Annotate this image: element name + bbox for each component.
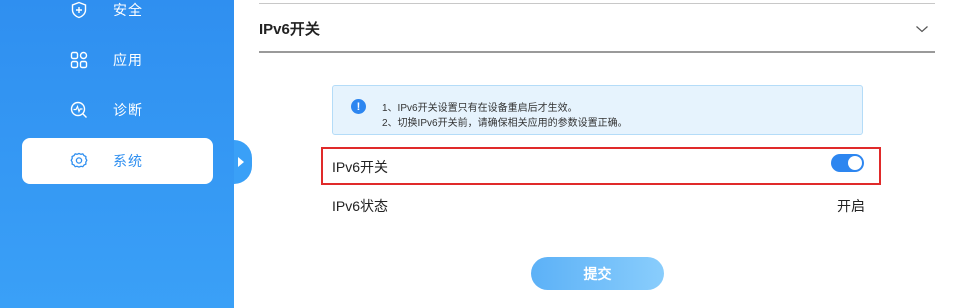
notice-line: 1、IPv6开关设置只有在设备重启后才生效。	[382, 103, 578, 114]
ipv6-status-value: 开启	[837, 198, 865, 214]
section-divider	[259, 51, 935, 53]
active-item-pointer	[234, 140, 252, 184]
gear-icon	[69, 151, 89, 171]
ipv6-status-label: IPv6状态	[332, 198, 389, 214]
sidebar: 安全 应用 诊断 系统	[0, 0, 234, 308]
ipv6-switch-row-highlight	[321, 147, 881, 185]
diagnose-icon	[69, 100, 89, 120]
section-title: IPv6开关	[259, 21, 320, 38]
ipv6-switch-label: IPv6开关	[332, 159, 389, 175]
sidebar-item-security[interactable]: 安全	[22, 0, 213, 33]
notice-box: ! 1、IPv6开关设置只有在设备重启后才生效。 2、切换IPv6开关前，请确保…	[332, 85, 863, 135]
ipv6-switch-toggle[interactable]	[831, 154, 864, 172]
apps-grid-icon	[69, 50, 89, 70]
submit-button[interactable]: 提交	[531, 257, 664, 290]
sidebar-item-label: 应用	[113, 52, 143, 68]
chevron-down-icon[interactable]	[915, 21, 929, 33]
sidebar-item-label: 安全	[113, 2, 143, 18]
sidebar-item-apps[interactable]: 应用	[22, 37, 213, 83]
sidebar-item-system[interactable]: 系统	[22, 138, 213, 184]
caret-right-icon	[238, 157, 244, 167]
sidebar-item-label: 诊断	[113, 102, 143, 118]
shield-plus-icon	[69, 0, 89, 20]
info-icon: !	[351, 99, 366, 114]
divider	[259, 3, 935, 4]
main-content: IPv6开关 ! 1、IPv6开关设置只有在设备重启后才生效。 2、切换IPv6…	[259, 0, 935, 308]
sidebar-item-diagnostics[interactable]: 诊断	[22, 87, 213, 133]
toggle-knob	[848, 156, 862, 170]
sidebar-item-label: 系统	[113, 153, 143, 169]
notice-line: 2、切换IPv6开关前，请确保相关应用的参数设置正确。	[382, 118, 628, 129]
